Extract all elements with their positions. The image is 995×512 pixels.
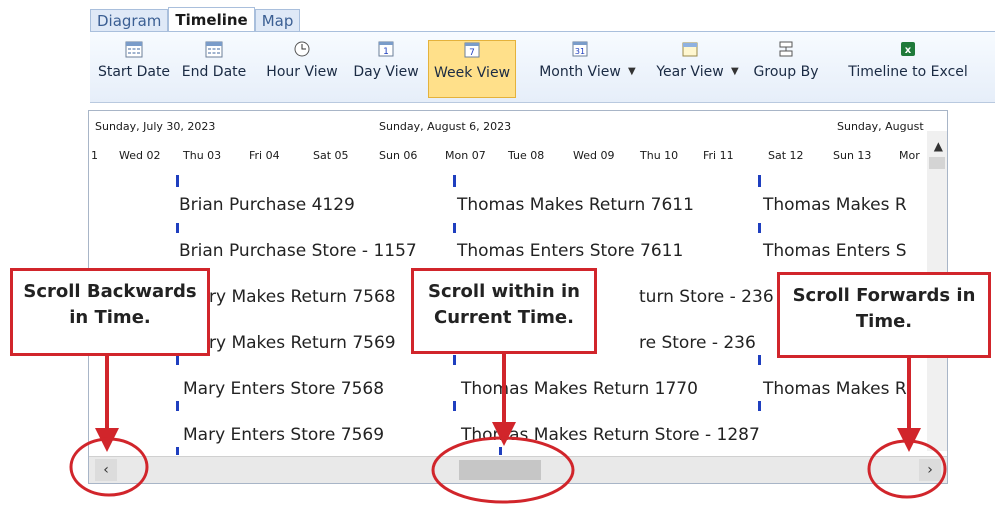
day-label: Sat 05 bbox=[313, 149, 349, 162]
tab-timeline[interactable]: Timeline bbox=[168, 7, 255, 32]
day-label: Wed 02 bbox=[119, 149, 161, 162]
year-view-button[interactable]: Year View bbox=[650, 40, 730, 96]
day-label: Wed 09 bbox=[573, 149, 615, 162]
day-view-label: Day View bbox=[353, 64, 419, 80]
event-marker bbox=[453, 401, 456, 411]
month-view-label: Month View bbox=[539, 64, 621, 80]
timeline-event[interactable]: Mary Enters Store 7568 bbox=[183, 379, 384, 399]
end-date-button[interactable]: End Date bbox=[178, 40, 250, 96]
tab-diagram[interactable]: Diagram bbox=[90, 9, 169, 32]
callout-scroll-within: Scroll within in Current Time. bbox=[411, 268, 597, 354]
start-date-button[interactable]: Start Date bbox=[94, 40, 174, 96]
timeline-event[interactable]: Thomas Makes Return 7611 bbox=[457, 195, 694, 215]
scroll-left-button[interactable]: ‹ bbox=[95, 459, 117, 481]
month-view-dropdown-icon[interactable]: ▼ bbox=[628, 66, 636, 77]
event-marker bbox=[176, 447, 179, 455]
date-week-1: Sunday, July 30, 2023 bbox=[95, 120, 216, 133]
year-view-label: Year View bbox=[656, 64, 724, 80]
timeline-to-excel-button[interactable]: x Timeline to Excel bbox=[838, 40, 978, 96]
month-icon-number: 31 bbox=[575, 47, 585, 56]
day-label: Thu 10 bbox=[640, 149, 679, 162]
event-marker bbox=[453, 223, 456, 233]
timeline-to-excel-label: Timeline to Excel bbox=[848, 64, 968, 80]
day-label: Mor bbox=[899, 149, 920, 162]
day-header: 1 Wed 02 Thu 03 Fri 04 Sat 05 Sun 06 Mon… bbox=[89, 141, 947, 171]
day-label: Mon 07 bbox=[445, 149, 486, 162]
year-view-dropdown-icon[interactable]: ▼ bbox=[731, 66, 739, 77]
vertical-scroll-thumb[interactable] bbox=[929, 157, 945, 169]
timeline-event[interactable]: Thomas Enters Store 7611 bbox=[457, 241, 683, 261]
tab-strip: Diagram Timeline Map bbox=[90, 7, 301, 32]
event-marker bbox=[758, 175, 761, 187]
timeline-event[interactable]: Thomas Makes R bbox=[763, 379, 907, 399]
event-marker bbox=[758, 223, 761, 233]
day-icon-number: 1 bbox=[383, 47, 389, 57]
calendar-icon bbox=[125, 41, 143, 58]
week-view-label: Week View bbox=[433, 65, 511, 81]
date-week-3: Sunday, August bbox=[837, 120, 924, 133]
scroll-right-button[interactable]: › bbox=[919, 459, 941, 481]
day-label: Sun 06 bbox=[379, 149, 418, 162]
timeline-event[interactable]: Thomas Enters S bbox=[763, 241, 906, 261]
timeline-event[interactable]: ry Makes Return 7568 bbox=[209, 287, 396, 307]
ribbon-toolbar: Start Date End Date Hour View 1 Day View… bbox=[90, 32, 995, 103]
year-calendar-icon bbox=[682, 42, 698, 57]
week-calendar-icon: 7 bbox=[464, 42, 480, 58]
event-marker bbox=[453, 175, 456, 187]
event-marker bbox=[176, 355, 179, 365]
day-label: Fri 04 bbox=[249, 149, 280, 162]
callout-scroll-backwards: Scroll Backwards in Time. bbox=[10, 268, 210, 356]
day-label: 1 bbox=[91, 149, 98, 162]
timeline-event[interactable]: Thomas Makes Return 1770 bbox=[461, 379, 698, 399]
hour-view-label: Hour View bbox=[266, 64, 338, 80]
day-label: Fri 11 bbox=[703, 149, 734, 162]
end-date-label: End Date bbox=[181, 64, 247, 80]
month-view-button[interactable]: 31 Month View bbox=[532, 40, 628, 96]
timeline-event[interactable]: Brian Purchase 4129 bbox=[179, 195, 355, 215]
clock-icon bbox=[294, 41, 310, 57]
day-label: Tue 08 bbox=[508, 149, 545, 162]
day-calendar-icon: 1 bbox=[378, 41, 394, 57]
timeline-event[interactable]: Brian Purchase Store - 1157 bbox=[179, 241, 417, 261]
group-by-icon bbox=[779, 41, 793, 57]
callout-scroll-forwards: Scroll Forwards in Time. bbox=[777, 272, 991, 358]
tab-map[interactable]: Map bbox=[254, 9, 301, 32]
event-marker bbox=[176, 175, 179, 187]
excel-icon-letter: x bbox=[905, 45, 912, 56]
group-by-button[interactable]: Group By bbox=[748, 40, 824, 96]
timeline-event[interactable]: Thomas Makes Return Store - 1287 bbox=[461, 425, 760, 445]
week-icon-number: 7 bbox=[469, 48, 475, 58]
horizontal-scroll-thumb[interactable] bbox=[459, 460, 541, 480]
timeline-event[interactable]: ry Makes Return 7569 bbox=[209, 333, 396, 353]
horizontal-scrollbar[interactable]: ‹ › bbox=[89, 456, 947, 483]
day-view-button[interactable]: 1 Day View bbox=[350, 40, 422, 96]
week-view-button[interactable]: 7 Week View bbox=[428, 40, 516, 98]
date-header: Sunday, July 30, 2023 Sunday, August 6, … bbox=[89, 111, 947, 141]
month-calendar-icon: 31 bbox=[572, 41, 588, 57]
timeline-event[interactable]: turn Store - 236 bbox=[639, 287, 774, 307]
chevron-up-icon[interactable]: ▲ bbox=[934, 139, 943, 153]
date-week-2: Sunday, August 6, 2023 bbox=[379, 120, 512, 133]
timeline-event[interactable]: Thomas Makes R bbox=[763, 195, 907, 215]
day-label: Sat 12 bbox=[768, 149, 804, 162]
day-label: Sun 13 bbox=[833, 149, 872, 162]
calendar-icon bbox=[205, 41, 223, 58]
event-marker bbox=[499, 447, 502, 455]
start-date-label: Start Date bbox=[97, 64, 171, 80]
timeline-event[interactable]: re Store - 236 bbox=[639, 333, 756, 353]
timeline-event[interactable]: Mary Enters Store 7569 bbox=[183, 425, 384, 445]
excel-icon: x bbox=[901, 42, 915, 56]
event-marker bbox=[176, 223, 179, 233]
event-marker bbox=[758, 355, 761, 365]
event-marker bbox=[453, 355, 456, 365]
day-label: Thu 03 bbox=[183, 149, 222, 162]
event-marker bbox=[176, 401, 179, 411]
event-marker bbox=[758, 401, 761, 411]
hour-view-button[interactable]: Hour View bbox=[260, 40, 344, 96]
group-by-label: Group By bbox=[753, 64, 819, 80]
